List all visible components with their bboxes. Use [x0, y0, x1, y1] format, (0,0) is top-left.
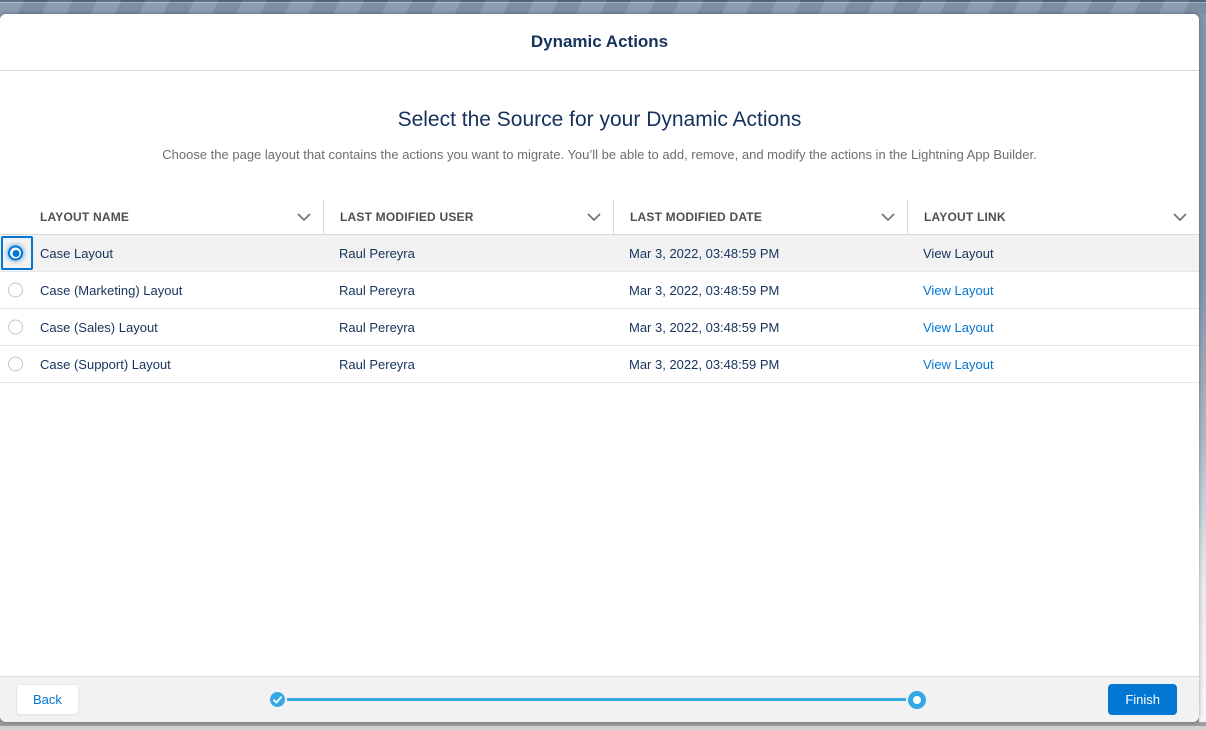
table-header-row: LAYOUT NAME LAST MODIFIED USER LAST MODI… — [0, 200, 1199, 235]
page-heading: Select the Source for your Dynamic Actio… — [0, 107, 1199, 133]
layouts-table: LAYOUT NAME LAST MODIFIED USER LAST MODI… — [0, 200, 1199, 383]
last-modified-date: Mar 3, 2022, 03:48:59 PM — [613, 357, 907, 372]
page-background-right-strip — [1199, 14, 1206, 722]
chevron-down-icon[interactable] — [881, 213, 895, 221]
row-radio[interactable] — [8, 283, 23, 298]
view-layout-link[interactable]: View Layout — [923, 320, 994, 335]
layout-name-cell: Case (Support) Layout — [0, 346, 323, 382]
chevron-down-icon[interactable] — [587, 213, 601, 221]
chevron-down-icon[interactable] — [1173, 213, 1187, 221]
modal-body: Select the Source for your Dynamic Actio… — [0, 71, 1199, 676]
layout-name-cell: Case Layout — [0, 235, 323, 271]
page-subtitle: Choose the page layout that contains the… — [40, 146, 1159, 164]
modal-footer: Back Finish — [0, 676, 1199, 722]
progress-step-completed — [270, 692, 285, 707]
finish-button[interactable]: Finish — [1108, 684, 1177, 715]
view-layout-link[interactable]: View Layout — [923, 283, 994, 298]
modal-title: Dynamic Actions — [531, 32, 668, 52]
column-header-label: LAST MODIFIED DATE — [630, 210, 762, 224]
last-modified-user: Raul Pereyra — [323, 357, 613, 372]
last-modified-user: Raul Pereyra — [323, 246, 613, 261]
chevron-down-icon[interactable] — [297, 213, 311, 221]
back-button[interactable]: Back — [16, 684, 79, 715]
table-row[interactable]: Case (Marketing) Layout Raul Pereyra Mar… — [0, 272, 1199, 309]
last-modified-date: Mar 3, 2022, 03:48:59 PM — [613, 320, 907, 335]
column-header-layout-name[interactable]: LAYOUT NAME — [0, 200, 323, 234]
last-modified-user: Raul Pereyra — [323, 283, 613, 298]
last-modified-date: Mar 3, 2022, 03:48:59 PM — [613, 246, 907, 261]
page-background-top-bar — [0, 0, 1206, 14]
progress-line — [287, 698, 906, 701]
view-layout-link[interactable]: View Layout — [923, 357, 994, 372]
row-radio[interactable] — [8, 320, 23, 335]
progress-step-current — [908, 691, 926, 709]
row-radio[interactable] — [8, 357, 23, 372]
layout-name: Case (Marketing) Layout — [40, 283, 182, 298]
dynamic-actions-modal: Dynamic Actions Select the Source for yo… — [0, 14, 1199, 722]
column-header-last-modified-date[interactable]: LAST MODIFIED DATE — [613, 200, 907, 234]
layout-name: Case (Sales) Layout — [40, 320, 158, 335]
column-header-last-modified-user[interactable]: LAST MODIFIED USER — [323, 200, 613, 234]
page-background-bottom-strip — [0, 722, 1206, 730]
modal-header: Dynamic Actions — [0, 14, 1199, 71]
layout-name: Case (Support) Layout — [40, 357, 171, 372]
last-modified-user: Raul Pereyra — [323, 320, 613, 335]
table-row[interactable]: Case (Sales) Layout Raul Pereyra Mar 3, … — [0, 309, 1199, 346]
progress-indicator — [270, 677, 926, 722]
column-header-label: LAST MODIFIED USER — [340, 210, 474, 224]
column-header-label: LAYOUT LINK — [924, 210, 1006, 224]
check-icon — [273, 696, 282, 704]
layout-name: Case Layout — [40, 246, 113, 261]
table-row[interactable]: Case Layout Raul Pereyra Mar 3, 2022, 03… — [0, 235, 1199, 272]
column-header-layout-link[interactable]: LAYOUT LINK — [907, 200, 1199, 234]
view-layout-link[interactable]: View Layout — [923, 246, 994, 261]
column-header-label: LAYOUT NAME — [40, 210, 129, 224]
layout-name-cell: Case (Marketing) Layout — [0, 272, 323, 308]
last-modified-date: Mar 3, 2022, 03:48:59 PM — [613, 283, 907, 298]
layout-name-cell: Case (Sales) Layout — [0, 309, 323, 345]
row-radio-selected[interactable] — [8, 246, 23, 261]
table-row[interactable]: Case (Support) Layout Raul Pereyra Mar 3… — [0, 346, 1199, 383]
